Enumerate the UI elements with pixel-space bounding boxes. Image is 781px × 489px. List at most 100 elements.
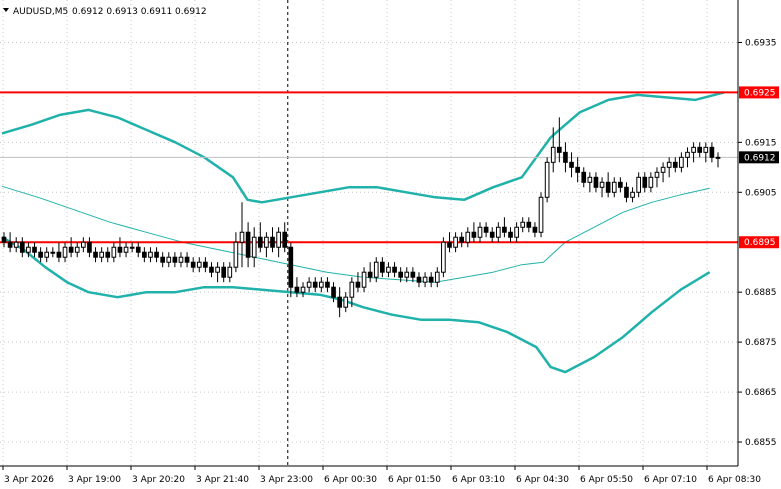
candle-body xyxy=(270,236,275,248)
x-axis-ticks: 3 Apr 2026 3 Apr 19:00 3 Apr 20:20 3 Apr 21… xyxy=(2,466,761,485)
candle-body xyxy=(386,266,391,273)
candle-body xyxy=(56,251,62,258)
candle-body xyxy=(697,146,703,153)
candle-body xyxy=(87,241,92,253)
candle-body xyxy=(160,256,165,263)
candle-body xyxy=(587,176,593,183)
candle-body xyxy=(392,266,397,273)
candle-body xyxy=(294,286,300,293)
candle-body xyxy=(672,161,678,168)
candle-body xyxy=(99,251,104,258)
candle-body xyxy=(227,266,233,278)
candle-body xyxy=(477,226,483,238)
candle-body xyxy=(325,281,330,288)
candle-body xyxy=(319,281,324,288)
candle-body xyxy=(117,246,123,253)
candle-body xyxy=(685,151,690,158)
x-tick-label: 3 Apr 2026 xyxy=(4,475,54,485)
candle-body xyxy=(679,156,684,168)
x-tick-label: 3 Apr 20:20 xyxy=(132,475,185,485)
candle-body xyxy=(306,281,312,288)
candle-body xyxy=(19,241,25,253)
candle-body xyxy=(184,256,190,263)
x-tick-label: 3 Apr 23:00 xyxy=(260,475,313,485)
ohlc-label: 0.6912 0.6913 0.6911 0.6912 xyxy=(72,7,207,17)
indicator-lines xyxy=(1,91,725,374)
candle-body xyxy=(422,276,428,283)
candle-body xyxy=(32,246,37,253)
candle-body xyxy=(434,271,440,283)
candle-body xyxy=(111,246,117,258)
y-tick-label: 0.6885 xyxy=(745,288,777,298)
y-tick-label: 0.6935 xyxy=(745,38,777,48)
x-tick-label: 6 Apr 07:10 xyxy=(644,475,697,485)
y-tick-label: 0.6915 xyxy=(745,138,777,148)
candle-body xyxy=(203,261,208,268)
candle-body xyxy=(636,176,641,193)
candle-body xyxy=(593,176,599,188)
candle-body xyxy=(282,231,288,248)
x-tick-label: 3 Apr 21:40 xyxy=(196,475,249,485)
price-chart[interactable]: 3 Apr 2026 3 Apr 19:00 3 Apr 20:20 3 Apr 21… xyxy=(0,0,781,489)
level-price-label: 0.6925 xyxy=(744,88,776,98)
candle-body xyxy=(239,231,245,243)
candle-body xyxy=(605,181,611,193)
candle-body xyxy=(337,296,342,308)
candle-body xyxy=(355,281,361,288)
candle-body xyxy=(642,176,648,188)
candle-body xyxy=(129,246,135,249)
x-tick-label: 6 Apr 00:30 xyxy=(324,475,377,485)
candle-body xyxy=(123,246,129,253)
candle-body xyxy=(624,186,629,198)
candle-body xyxy=(410,271,416,278)
candle-body xyxy=(483,226,489,233)
candle-body xyxy=(142,251,147,258)
candle-body xyxy=(489,231,495,238)
candle-body xyxy=(349,281,355,298)
candle-body xyxy=(715,156,721,159)
candle-body xyxy=(300,286,306,293)
level-price-label: 0.6895 xyxy=(744,238,776,248)
candle-body xyxy=(38,251,43,258)
candle-body xyxy=(648,176,654,188)
candle-body xyxy=(660,166,666,173)
candle-body xyxy=(93,251,98,258)
candle-body xyxy=(526,221,532,228)
candle-body xyxy=(709,146,715,158)
candle-body xyxy=(264,236,269,248)
middle-band-line xyxy=(1,185,710,283)
candle-body xyxy=(666,161,672,168)
candle-body xyxy=(367,271,373,278)
candle-body xyxy=(312,281,318,288)
candle-body xyxy=(599,181,605,188)
candle-body xyxy=(514,226,519,238)
candle-body xyxy=(703,146,709,153)
candle-body xyxy=(148,251,153,258)
candle-body xyxy=(404,271,410,278)
candle-body xyxy=(233,241,239,268)
x-tick-label: 6 Apr 03:10 xyxy=(452,475,505,485)
candle-body xyxy=(538,196,544,233)
candle-body xyxy=(74,246,80,253)
candle-body xyxy=(361,271,367,288)
price-tags: 0.6925 0.6895 0.6912 xyxy=(739,86,779,249)
candle-body xyxy=(166,256,172,263)
candle-body xyxy=(630,191,635,198)
candle-body xyxy=(178,256,184,263)
candle-body xyxy=(611,181,617,193)
candle-body xyxy=(380,261,385,273)
candle-body xyxy=(373,261,379,278)
candle-body xyxy=(416,276,422,283)
candle-body xyxy=(26,246,31,253)
candle-body xyxy=(563,151,568,163)
y-tick-label: 0.6855 xyxy=(745,438,777,448)
symbol-label: AUDUSD,M5 xyxy=(13,7,68,17)
candle-body xyxy=(557,146,562,153)
candle-body xyxy=(221,266,227,278)
x-tick-label: 3 Apr 19:00 xyxy=(68,475,121,485)
x-tick-label: 6 Apr 01:50 xyxy=(388,475,441,485)
y-tick-label: 0.6905 xyxy=(745,188,777,198)
candle-body xyxy=(215,266,220,273)
collapse-arrow-icon[interactable] xyxy=(3,8,9,12)
candle-body xyxy=(447,241,452,248)
